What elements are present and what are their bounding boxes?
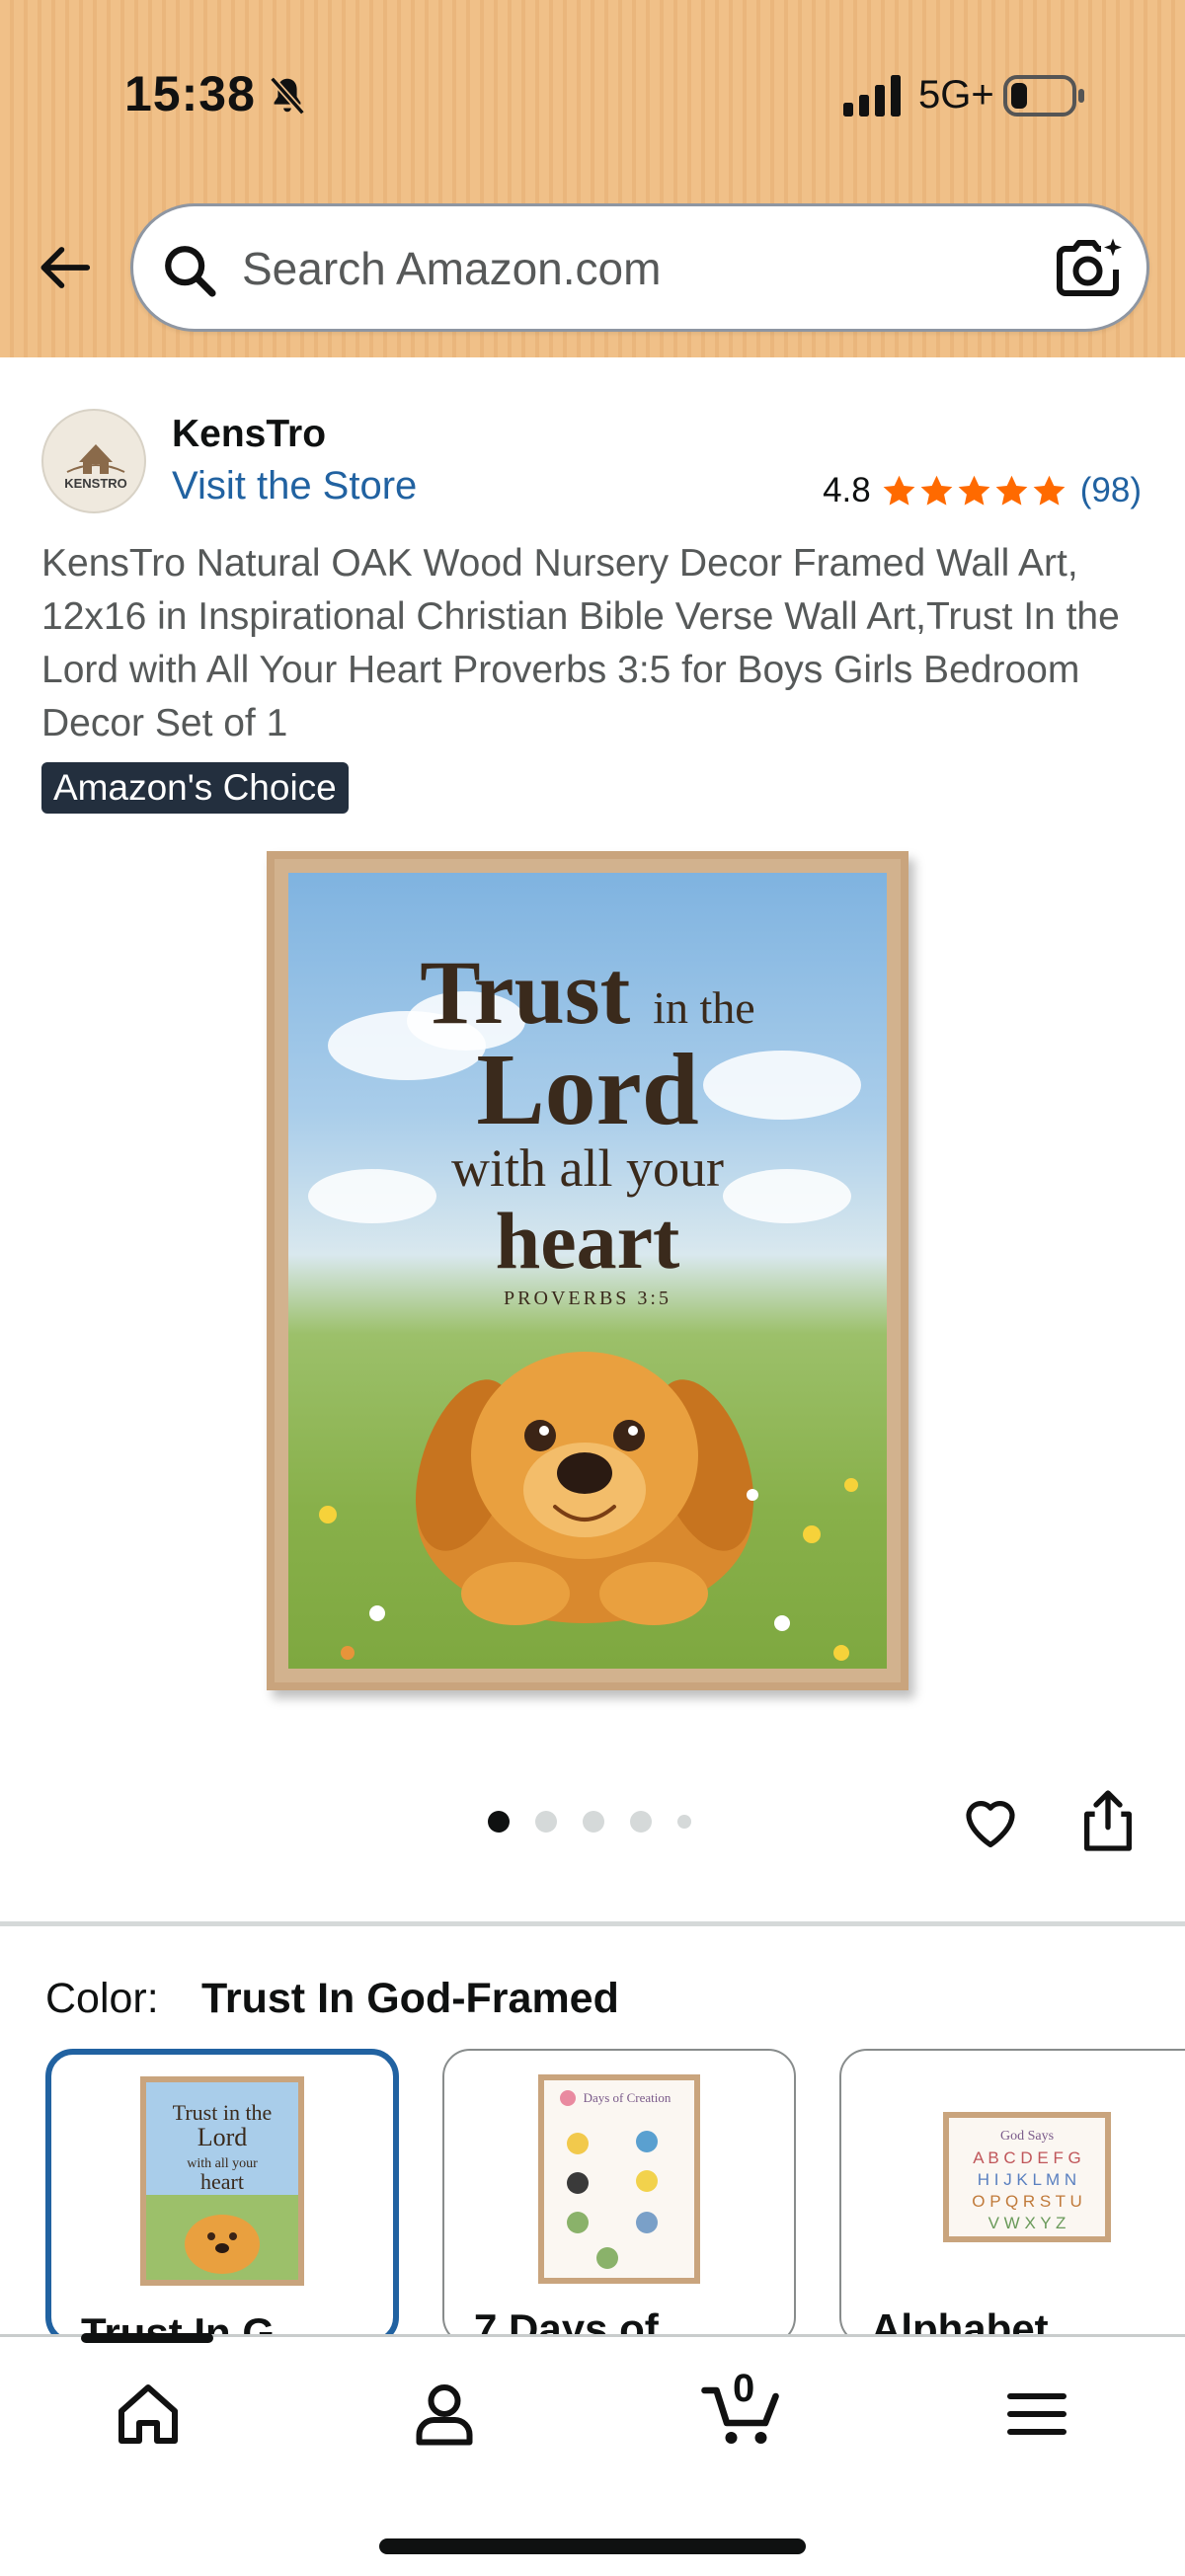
- variation-option-7-days[interactable]: Days of Creation 7 Days of: [442, 2049, 796, 2345]
- thumb-text-lord: Lord: [198, 2123, 248, 2151]
- thumb-text-alpha-4: V W X Y Z: [988, 2214, 1066, 2232]
- star-icon: [920, 475, 953, 506]
- thumb-text-heart: heart: [200, 2169, 244, 2194]
- thumb-text-alpha-2: H I J K L M N: [978, 2170, 1076, 2189]
- thumb-text-alpha-3: O P Q R S T U: [972, 2192, 1081, 2211]
- variation-label: Color:: [45, 1975, 159, 2022]
- pagination-dot[interactable]: [488, 1811, 510, 1833]
- variation-selected-value: Trust In God-Framed: [201, 1975, 619, 2022]
- search-input[interactable]: [242, 234, 1032, 303]
- battery-icon: [1003, 75, 1084, 117]
- star-icon: [1033, 475, 1066, 506]
- search-bar[interactable]: [130, 203, 1149, 332]
- home-icon[interactable]: [113, 2379, 184, 2450]
- rating-value: 4.8: [823, 471, 871, 509]
- silenced-bell-icon: [270, 76, 305, 116]
- pagination-dot[interactable]: [535, 1811, 557, 1833]
- search-icon: [165, 246, 216, 297]
- signal-icon: [843, 75, 901, 117]
- pagination-dot[interactable]: [583, 1811, 604, 1833]
- star-icon: [958, 475, 990, 506]
- star-rating: [881, 473, 1068, 509]
- art-line-verse: PROVERBS 3:5: [504, 1288, 672, 1309]
- bottom-navigation: 0: [0, 2333, 1185, 2576]
- thumb-text-alpha-1: A B C D E F G: [973, 2148, 1081, 2167]
- back-arrow-icon[interactable]: [34, 237, 95, 298]
- rating-summary[interactable]: 4.8 (98): [823, 469, 1142, 512]
- heart-icon[interactable]: [958, 1789, 1023, 1854]
- product-image[interactable]: Trust in the Lord with all your heart PR…: [267, 851, 908, 1690]
- network-label: 5G+: [918, 73, 994, 117]
- product-artwork: Trust in the Lord with all your heart PR…: [288, 873, 887, 1669]
- account-icon[interactable]: [409, 2379, 480, 2450]
- variation-option-alphabet[interactable]: God Says A B C D E F G H I J K L M N O P…: [839, 2049, 1185, 2345]
- brand-name[interactable]: KensTro: [172, 413, 326, 456]
- art-line-trust: Trust in the: [420, 942, 755, 1043]
- active-tab-indicator: [81, 2333, 213, 2343]
- home-indicator: [379, 2538, 806, 2554]
- share-icon[interactable]: [1076, 1787, 1140, 1854]
- thumb-text-trust: Trust in the: [173, 2100, 273, 2125]
- store-logo-text: KENSTRO: [64, 476, 127, 491]
- visit-store-link[interactable]: Visit the Store: [172, 464, 417, 508]
- variation-thumb-trust: Trust in the Lord with all your heart: [140, 2076, 304, 2286]
- flower-field: [319, 1478, 858, 1661]
- star-icon: [883, 475, 915, 506]
- status-time: 15:38: [124, 66, 256, 121]
- pagination-dot[interactable]: [630, 1811, 652, 1833]
- cart-count: 0: [733, 2367, 755, 2410]
- star-icon: [995, 475, 1028, 506]
- camera-search-icon[interactable]: [1054, 234, 1125, 305]
- thumb-text-alpha-0: God Says: [1000, 2129, 1054, 2144]
- variation-thumb-7-days: Days of Creation: [538, 2074, 700, 2284]
- variation-thumb-alphabet: God Says A B C D E F G H I J K L M N O P…: [943, 2112, 1111, 2242]
- variation-option-trust-in-god[interactable]: Trust in the Lord with all your heart Tr…: [45, 2049, 399, 2345]
- image-pagination-dots[interactable]: [488, 1811, 717, 1833]
- amazons-choice-badge: Amazon's Choice: [41, 762, 349, 814]
- section-divider: [0, 1921, 1185, 1926]
- art-line-lord: Lord: [476, 1033, 699, 1146]
- store-logo-icon: KENSTRO: [64, 444, 127, 491]
- store-logo[interactable]: KENSTRO: [41, 409, 146, 513]
- pagination-dot[interactable]: [677, 1815, 691, 1829]
- product-title: KensTro Natural OAK Wood Nursery Decor F…: [41, 542, 1120, 744]
- menu-icon[interactable]: [1001, 2379, 1072, 2450]
- art-line-with: with all your: [451, 1138, 724, 1198]
- art-line-heart: heart: [495, 1196, 680, 1286]
- review-count-link[interactable]: (98): [1080, 471, 1142, 510]
- app-header: 15:38 5G+: [0, 0, 1185, 357]
- thumb-text-days: Days of Creation: [584, 2090, 672, 2105]
